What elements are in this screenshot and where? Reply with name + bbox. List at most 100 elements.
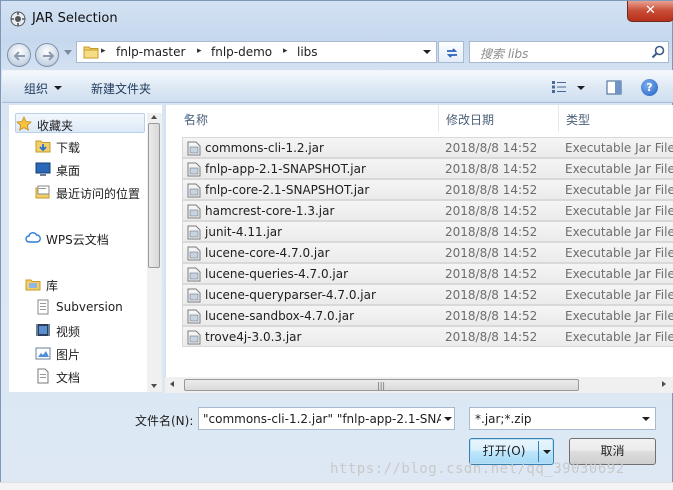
file-name: lucene-sandbox-4.7.0.jar [205,309,355,323]
nav-wps-cloud[interactable]: WPS云文档 [25,228,145,248]
sort-ascending-icon: ▲ [184,111,191,120]
address-bar[interactable]: ▸ fnlp-master ▸ fnlp-demo ▸ libs [76,41,437,63]
file-name: lucene-queryparser-4.7.0.jar [205,288,376,302]
file-modified-date: 2018/8/8 14:52 [445,267,538,281]
file-modified-date: 2018/8/8 14:52 [445,204,538,218]
organize-dropdown-icon[interactable] [54,86,62,90]
watermark: https://blog.csdn.net/qq_39030692 [330,461,625,477]
scroll-left-icon[interactable] [170,381,174,387]
file-type: Executable Jar File [565,141,673,155]
navigation-scroll-thumb[interactable] [148,123,160,268]
file-modified-date: 2018/8/8 14:52 [445,183,538,197]
nav-subversion[interactable]: Subversion [35,297,155,317]
close-button[interactable]: ✕ [627,1,673,22]
video-icon [35,322,51,341]
refresh-button[interactable] [438,41,464,63]
nav-subversion-label: Subversion [56,300,123,314]
breadcrumb-libs[interactable]: libs [297,45,318,59]
column-header-modified[interactable]: 修改日期 [438,105,558,132]
library-icon [25,276,41,295]
file-name: junit-4.11.jar [205,225,283,239]
nav-pictures[interactable]: 图片 [35,343,155,363]
breadcrumb-separator-icon[interactable]: ▸ [197,46,202,56]
organize-button[interactable]: 组织 [24,80,48,97]
breadcrumb-fnlp-master[interactable]: fnlp-master [116,45,185,59]
file-type-filter-value: *.jar;*.zip [475,412,532,426]
nav-pictures-label: 图片 [56,348,81,362]
java-app-icon [10,11,26,27]
address-dropdown-icon[interactable] [420,45,434,59]
jar-file-icon [187,288,201,306]
nav-libraries[interactable]: 库 [25,274,145,294]
file-row[interactable]: junit-4.11.jar 2018/8/8 14:52 Executable J… [182,221,673,242]
jar-file-icon [187,330,201,348]
scroll-up-icon[interactable] [151,115,157,119]
navigation-scrollbar[interactable] [147,113,162,392]
file-type: Executable Jar File [565,225,673,239]
close-icon: ✕ [645,3,656,18]
scroll-right-icon[interactable] [662,381,666,387]
nav-documents[interactable]: 文档 [35,366,155,386]
filename-value: "commons-cli-1.2.jar" "fnlp-app-2.1-SNAP… [203,412,454,426]
background-window-strip [0,482,673,490]
jar-file-icon [187,162,201,180]
jar-file-icon [187,309,201,327]
help-icon[interactable]: ? [641,79,658,96]
filename-dropdown-icon[interactable] [441,408,454,429]
recent-places-icon [35,184,51,203]
search-box[interactable]: 搜索 libs [469,41,669,63]
jar-file-icon [187,183,201,201]
back-button[interactable] [7,43,31,67]
file-name: fnlp-app-2.1-SNAPSHOT.jar [205,162,366,176]
search-input[interactable]: 搜索 libs [480,45,528,62]
nav-videos[interactable]: 视频 [35,320,155,340]
breadcrumb-fnlp-demo[interactable]: fnlp-demo [211,45,272,59]
file-row[interactable]: lucene-queries-4.7.0.jar 2018/8/8 14:52 Ex… [182,263,673,284]
breadcrumb-separator-icon[interactable]: ▸ [283,46,288,56]
view-options-icon[interactable] [551,80,567,94]
new-folder-button[interactable]: 新建文件夹 [91,80,151,97]
file-row[interactable]: commons-cli-1.2.jar 2018/8/8 14:52 Executa… [182,137,673,158]
history-dropdown-icon[interactable] [64,50,72,55]
nav-libraries-label: 库 [46,279,59,293]
file-type: Executable Jar File [565,183,673,197]
view-dropdown-icon[interactable] [577,86,585,90]
file-row[interactable]: lucene-queryparser-4.7.0.jar 2018/8/8 14:… [182,284,673,305]
file-type: Executable Jar File [565,246,673,260]
dialog-window: JAR Selection ✕ ▸ fnlp-master ▸ fnlp-dem… [0,0,673,490]
file-name: fnlp-core-2.1-SNAPSHOT.jar [205,183,370,197]
file-name: lucene-core-4.7.0.jar [205,246,330,260]
filename-input[interactable]: "commons-cli-1.2.jar" "fnlp-app-2.1-SNAP… [198,407,455,430]
forward-button[interactable] [35,43,59,67]
nav-recent-places-label: 最近访问的位置 [56,187,141,201]
file-row[interactable]: fnlp-app-2.1-SNAPSHOT.jar 2018/8/8 14:52 E… [182,158,673,179]
file-list-scrollbar[interactable]: ||| [165,377,673,393]
file-type: Executable Jar File [565,267,673,281]
filter-dropdown-icon[interactable] [642,417,650,421]
file-row[interactable]: hamcrest-core-1.3.jar 2018/8/8 14:52 Execu… [182,200,673,221]
file-row[interactable]: trove4j-3.0.3.jar 2018/8/8 14:52 Executabl… [182,326,673,347]
file-row[interactable]: fnlp-core-2.1-SNAPSHOT.jar 2018/8/8 14:52… [182,179,673,200]
title-bar[interactable]: JAR Selection ✕ [1,1,673,39]
scroll-down-icon[interactable] [151,384,157,388]
breadcrumb-separator-icon[interactable]: ▸ [101,46,106,56]
open-dropdown-icon[interactable] [543,450,551,454]
nav-recent-places[interactable]: 最近访问的位置 [35,182,155,202]
nav-downloads[interactable]: 下载 [35,136,145,156]
preview-pane-icon[interactable] [606,80,622,95]
file-row[interactable]: lucene-core-4.7.0.jar 2018/8/8 14:52 Execu… [182,242,673,263]
column-header-type[interactable]: 类型 [558,105,673,132]
file-row[interactable]: lucene-sandbox-4.7.0.jar 2018/8/8 14:52 Ex… [182,305,673,326]
column-header-name[interactable]: 名称 ▲ [176,105,438,132]
file-modified-date: 2018/8/8 14:52 [445,162,538,176]
nav-desktop[interactable]: 桌面 [35,159,145,179]
file-type: Executable Jar File [565,309,673,323]
nav-favorites[interactable]: 收藏夹 [15,113,145,133]
filename-label: 文件名(N): [135,414,194,428]
cloud-icon [25,230,41,249]
file-modified-date: 2018/8/8 14:52 [445,225,538,239]
search-icon[interactable] [651,45,665,59]
file-list-scroll-thumb[interactable]: ||| [184,379,579,391]
command-toolbar: 组织 新建文件夹 ? [2,70,673,103]
file-type-filter[interactable]: *.jar;*.zip [469,407,656,430]
